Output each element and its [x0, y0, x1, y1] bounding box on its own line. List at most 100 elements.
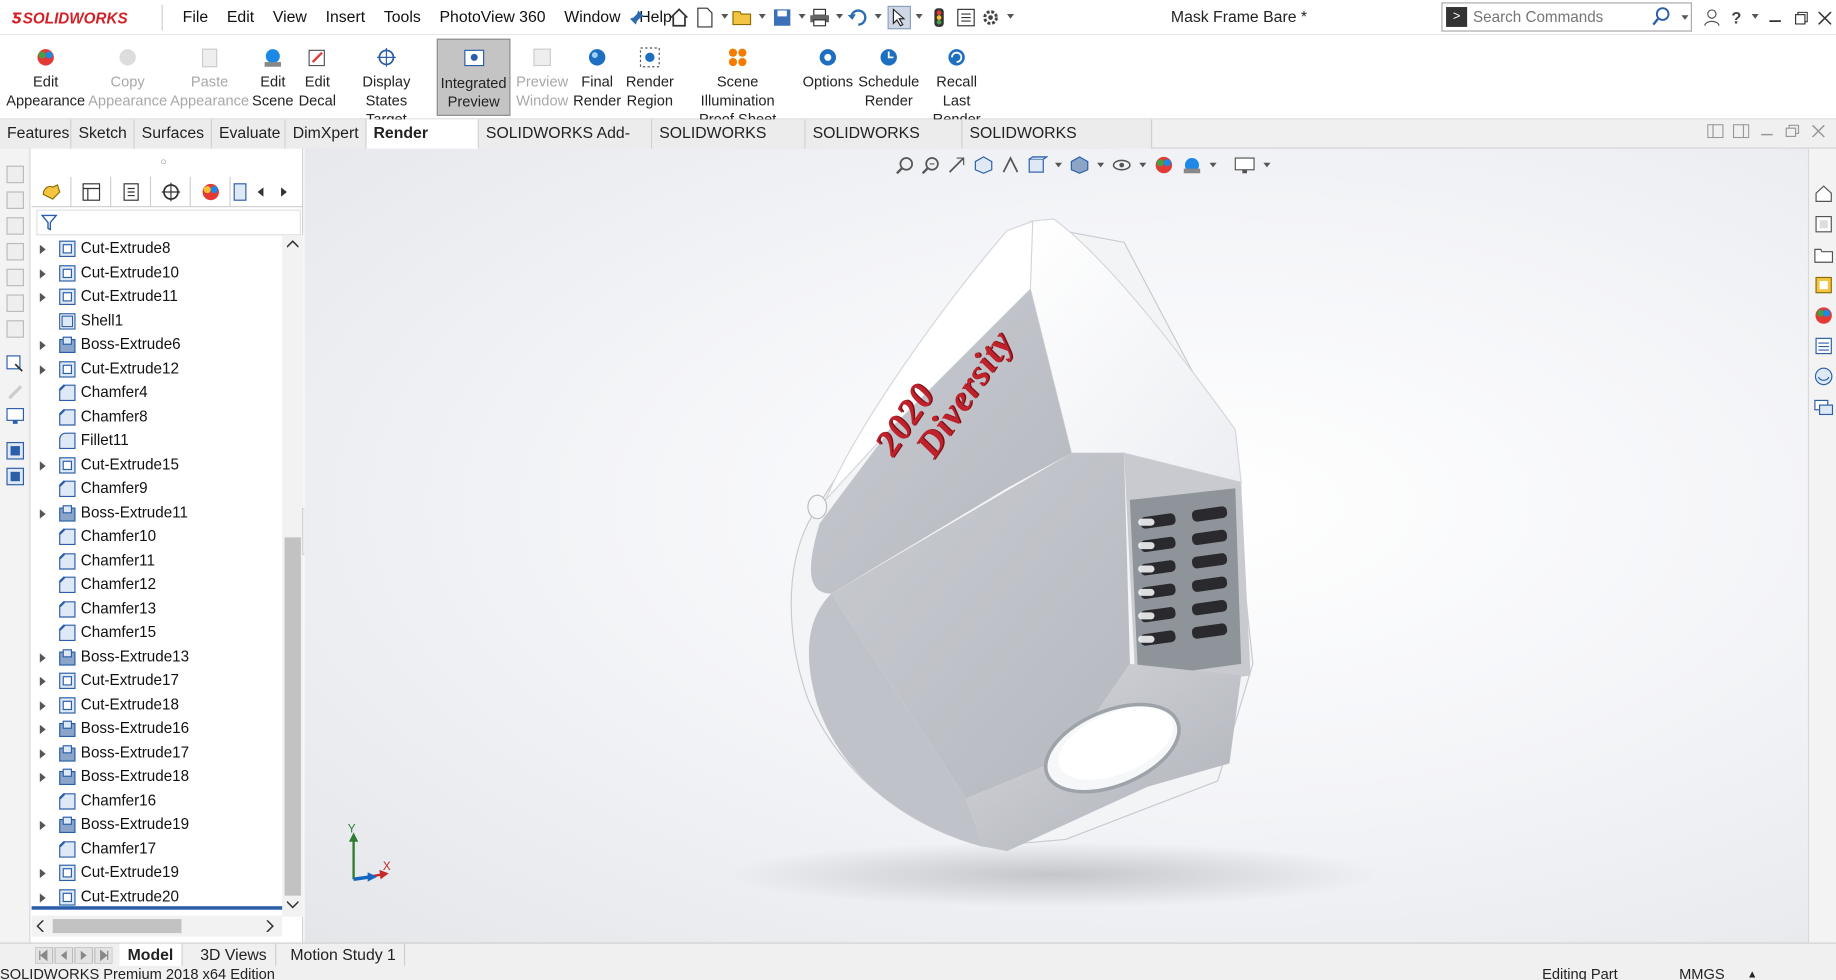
menu-window[interactable]: Window [555, 0, 630, 35]
solidworks-forum-icon[interactable] [1814, 366, 1834, 386]
edit-tool-icon[interactable] [6, 381, 25, 400]
tree-item[interactable]: Cut-Extrude15 [32, 454, 283, 477]
tab-3d-views[interactable]: 3D Views [192, 943, 277, 968]
menu-photoview-360[interactable]: PhotoView 360 [430, 0, 555, 35]
tree-item[interactable]: Chamfer12 [32, 574, 283, 597]
tree-item[interactable]: Boss-Extrude18 [32, 766, 283, 789]
rollback-bar[interactable] [31, 906, 283, 910]
sketch-tool-icon[interactable] [6, 191, 25, 210]
new-document-icon[interactable] [693, 6, 716, 29]
tab-solidworks-mbd[interactable]: SOLIDWORKS MBD [652, 119, 806, 170]
tab-features[interactable]: Features [0, 119, 72, 149]
chevron-left-icon[interactable] [249, 177, 272, 207]
scene-illumination-proof-sheet-button[interactable]: Scene Illumination Proof Sheet [679, 39, 796, 128]
expand-arrow-icon[interactable] [39, 700, 46, 711]
expand-arrow-icon[interactable] [39, 676, 46, 687]
scrollbar-thumb[interactable] [284, 537, 301, 896]
menu-insert[interactable]: Insert [316, 0, 374, 35]
tree-item[interactable]: Boss-Extrude19 [32, 814, 283, 837]
expand-arrow-icon[interactable] [39, 868, 46, 879]
edit-scene-button[interactable]: Edit Scene [252, 39, 294, 116]
close-icon[interactable] [1811, 0, 1836, 35]
unit-system[interactable]: MMGS [1679, 966, 1725, 980]
tree-item[interactable]: Shell1 [32, 310, 283, 333]
schedule-render-button[interactable]: Schedule Render [858, 39, 919, 116]
chevron-down-icon[interactable] [874, 14, 882, 19]
render-region-button[interactable]: Render Region [625, 39, 674, 116]
tab-render-tools[interactable]: Render Tools [366, 119, 479, 170]
tree-filter[interactable] [36, 209, 301, 236]
select-tool-icon[interactable] [6, 355, 25, 374]
print-icon[interactable] [808, 6, 831, 29]
layer-tool-icon[interactable] [6, 467, 25, 486]
chevron-right-icon[interactable] [266, 920, 274, 932]
tab-surfaces[interactable]: Surfaces [134, 119, 212, 149]
expand-arrow-icon[interactable] [39, 364, 46, 375]
configuration-manager-tab[interactable] [111, 176, 152, 208]
sketch-tool-icon[interactable] [6, 165, 25, 184]
final-render-button[interactable]: Final Render [573, 39, 621, 116]
home-icon[interactable] [667, 6, 690, 29]
save-icon[interactable] [770, 6, 793, 29]
chevron-down-icon[interactable] [286, 900, 299, 909]
tree-item[interactable]: Chamfer9 [32, 478, 283, 501]
split-left-icon[interactable] [1707, 124, 1724, 139]
recall-last-render-button[interactable]: Recall Last Render [923, 39, 991, 128]
expand-arrow-icon[interactable] [39, 772, 46, 783]
tree-item[interactable]: Cut-Extrude12 [32, 358, 283, 381]
chevron-left-icon[interactable] [36, 920, 44, 932]
tab-sketch[interactable]: Sketch [71, 119, 135, 149]
expand-arrow-icon[interactable] [39, 724, 46, 735]
property-manager-tab[interactable] [71, 176, 112, 208]
chevron-down-icon[interactable] [1006, 14, 1014, 19]
sketch-tool-icon[interactable] [6, 242, 25, 261]
file-explorer-icon[interactable] [1814, 245, 1834, 265]
tree-item[interactable]: Chamfer13 [32, 598, 283, 621]
tree-item[interactable]: Boss-Extrude16 [32, 718, 283, 741]
feature-manager-tab[interactable] [32, 176, 72, 208]
tree-item[interactable]: Boss-Extrude6 [32, 334, 283, 357]
gear-icon[interactable] [979, 6, 1002, 29]
3dexperience-icon[interactable] [1814, 397, 1834, 417]
select-arrow-icon[interactable] [887, 5, 911, 30]
panel-grip[interactable]: ○ [160, 156, 166, 168]
expand-arrow-icon[interactable] [39, 748, 46, 759]
sketch-tool-icon[interactable] [6, 217, 25, 236]
view-palette-icon[interactable] [1814, 275, 1834, 295]
search-commands[interactable]: > [1441, 2, 1692, 32]
appearances-scenes-decals-icon[interactable] [1814, 306, 1834, 326]
menu-view[interactable]: View [263, 0, 316, 35]
tree-item[interactable]: Boss-Extrude11 [32, 502, 283, 525]
tree-item[interactable]: Cut-Extrude18 [32, 694, 283, 717]
file-properties-icon[interactable] [954, 6, 977, 29]
scrollbar-thumb[interactable] [52, 919, 182, 934]
search-input[interactable] [1472, 7, 1649, 27]
custom-properties-icon[interactable] [1814, 336, 1834, 356]
tree-item[interactable]: Chamfer8 [32, 406, 283, 429]
chevron-right-icon[interactable] [273, 177, 296, 207]
filter-icon[interactable] [40, 214, 58, 231]
minimize-icon[interactable] [1759, 124, 1775, 138]
pin-icon[interactable] [625, 6, 648, 29]
rebuild-icon[interactable] [927, 6, 950, 29]
sketch-tool-icon[interactable] [6, 294, 25, 313]
tree-item[interactable]: Fillet11 [32, 430, 283, 453]
expand-arrow-icon[interactable] [39, 292, 46, 303]
close-icon[interactable] [1810, 124, 1826, 138]
solidworks-logo[interactable]: ƽ SOLIDWORKS [12, 4, 155, 32]
expand-arrow-icon[interactable] [39, 268, 46, 279]
help-icon[interactable]: ? [1724, 0, 1750, 35]
tree-item[interactable]: Chamfer10 [32, 526, 283, 549]
tab-solidworks-add-ins[interactable]: SOLIDWORKS Add-Ins [478, 119, 653, 170]
solidworks-resources-icon[interactable] [1814, 184, 1834, 204]
tree-item[interactable]: Chamfer16 [32, 790, 283, 813]
tab-motion-study-1[interactable]: Motion Study 1 [282, 943, 406, 968]
tree-item[interactable]: Boss-Extrude13 [32, 646, 283, 669]
split-right-icon[interactable] [1732, 124, 1750, 139]
tree-item[interactable]: Cut-Extrude17 [32, 670, 283, 693]
expand-arrow-icon[interactable] [39, 652, 46, 663]
cam-manager-tab[interactable] [231, 177, 250, 207]
expand-arrow-icon[interactable] [39, 508, 46, 519]
chevron-down-icon[interactable] [758, 14, 766, 19]
chevron-up-icon[interactable]: ▲ [1747, 966, 1757, 980]
